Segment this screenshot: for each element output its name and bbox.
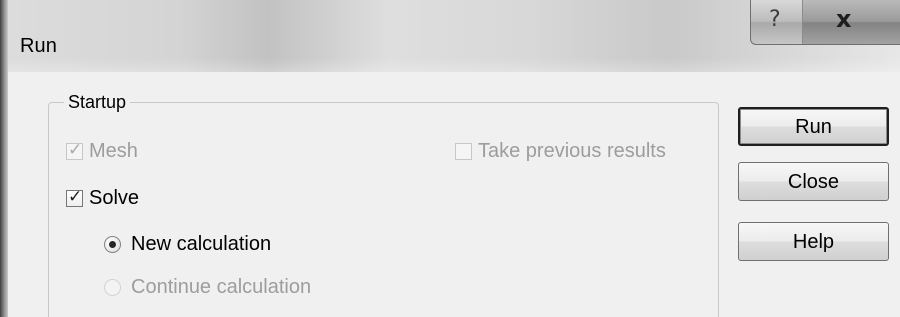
continue-calculation-radio-circle (104, 278, 121, 296)
help-button[interactable]: Help (738, 222, 889, 261)
dialog-content: Startup Mesh Take previous results Solve… (8, 72, 900, 317)
new-calculation-label: New calculation (131, 233, 272, 255)
run-button[interactable]: Run (738, 107, 889, 146)
title-help-button[interactable]: ? (751, 0, 803, 44)
new-calculation-radio-circle (104, 235, 121, 253)
take-previous-results-checkbox[interactable]: Take previous results (455, 139, 666, 163)
continue-calculation-radio[interactable]: Continue calculation (104, 275, 311, 299)
mesh-checkbox-label: Mesh (89, 140, 138, 162)
take-previous-results-checkbox-box (455, 142, 472, 160)
solve-checkbox-box (66, 187, 83, 208)
title-buttons: ? x (750, 0, 900, 45)
mesh-checkbox[interactable]: Mesh (66, 139, 138, 163)
solve-checkbox-label: Solve (89, 187, 140, 209)
startup-group-label: Startup (64, 90, 131, 114)
run-dialog: Run ? x Startup Mesh Take previous resul… (0, 0, 900, 317)
title-close-button[interactable]: x (803, 0, 900, 44)
solve-checkbox[interactable]: Solve (66, 186, 139, 210)
window-title: Run (20, 35, 57, 57)
question-mark-icon: ? (769, 7, 781, 32)
take-previous-results-label: Take previous results (478, 140, 666, 162)
continue-calculation-label: Continue calculation (131, 276, 312, 298)
new-calculation-radio[interactable]: New calculation (104, 232, 271, 256)
close-icon: x (836, 5, 852, 33)
window-left-frame (0, 0, 8, 317)
close-button[interactable]: Close (738, 162, 889, 201)
mesh-checkbox-box (66, 140, 83, 161)
